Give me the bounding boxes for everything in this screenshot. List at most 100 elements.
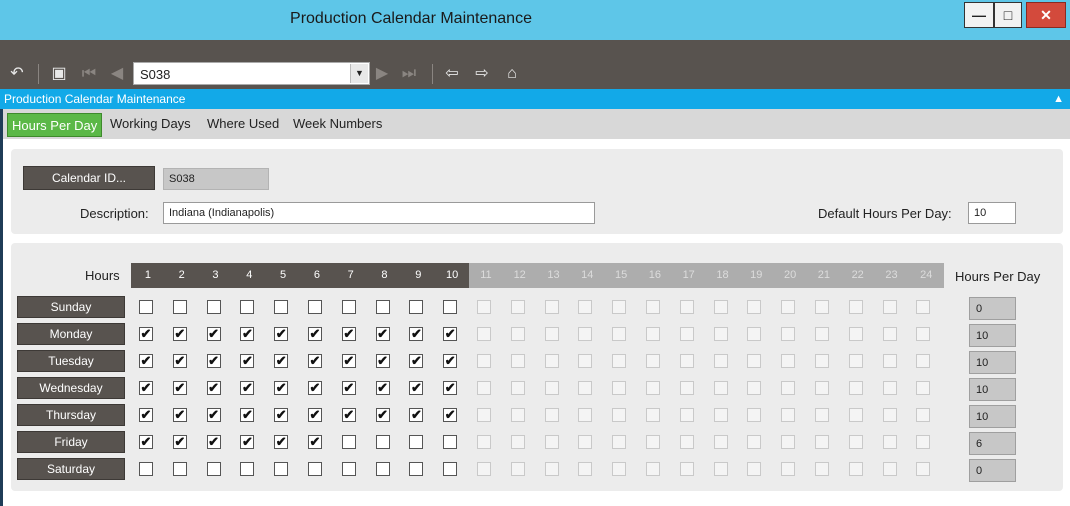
calendar-id-field[interactable]: S038 xyxy=(163,168,269,190)
binoculars-icon[interactable]: ▣ xyxy=(49,64,69,84)
hour-checkbox[interactable] xyxy=(274,300,289,314)
hour-checkbox[interactable] xyxy=(139,300,153,314)
close-button[interactable]: ✕ xyxy=(1026,2,1066,28)
tab-week-numbers[interactable]: Week Numbers xyxy=(293,116,382,131)
hour-checkbox[interactable] xyxy=(341,300,356,314)
forward-arrow-icon[interactable]: ⇨ xyxy=(472,64,492,84)
hour-checkbox[interactable] xyxy=(409,435,424,449)
hour-checkbox[interactable]: ✔ xyxy=(274,381,289,395)
hour-checkbox[interactable]: ✔ xyxy=(172,381,187,395)
day-button-sunday[interactable]: Sunday xyxy=(17,296,125,318)
hour-checkbox[interactable] xyxy=(443,462,458,476)
hour-checkbox[interactable]: ✔ xyxy=(341,381,356,395)
hour-checkbox[interactable] xyxy=(274,462,289,476)
hour-checkbox[interactable] xyxy=(206,462,221,476)
hour-checkbox[interactable]: ✔ xyxy=(375,354,390,368)
calendar-select[interactable]: S038 ▼ xyxy=(133,62,370,85)
day-button-tuesday[interactable]: Tuesday xyxy=(17,350,125,372)
hour-checkbox[interactable]: ✔ xyxy=(172,435,187,449)
hour-checkbox[interactable] xyxy=(443,300,458,314)
hour-checkbox[interactable] xyxy=(409,462,424,476)
chevron-down-icon[interactable]: ▼ xyxy=(350,64,368,83)
hour-checkbox[interactable]: ✔ xyxy=(375,381,390,395)
hour-checkbox[interactable]: ✔ xyxy=(139,381,153,395)
tab-hours-per-day[interactable]: Hours Per Day xyxy=(7,113,103,137)
hour-checkbox[interactable]: ✔ xyxy=(409,408,424,422)
hour-checkbox[interactable]: ✔ xyxy=(274,408,289,422)
day-button-thursday[interactable]: Thursday xyxy=(17,404,125,426)
previous-record-icon[interactable]: ◀ xyxy=(107,64,127,84)
hour-checkbox[interactable] xyxy=(341,435,356,449)
hour-checkbox[interactable] xyxy=(172,462,187,476)
first-record-icon[interactable]: ⏮ xyxy=(79,64,99,84)
hour-checkbox[interactable]: ✔ xyxy=(375,408,390,422)
default-hours-field[interactable]: 10 xyxy=(968,202,1016,224)
day-button-wednesday[interactable]: Wednesday xyxy=(17,377,125,399)
hour-checkbox[interactable]: ✔ xyxy=(240,327,255,341)
hour-checkbox[interactable]: ✔ xyxy=(172,354,187,368)
last-record-icon[interactable]: ⏭ xyxy=(399,64,419,84)
hour-checkbox[interactable]: ✔ xyxy=(139,408,153,422)
maximize-button[interactable]: □ xyxy=(994,2,1022,28)
hour-checkbox[interactable] xyxy=(172,300,187,314)
hour-checkbox[interactable]: ✔ xyxy=(308,435,322,449)
hour-checkbox[interactable] xyxy=(139,462,153,476)
day-button-monday[interactable]: Monday xyxy=(17,323,125,345)
hour-checkbox[interactable]: ✔ xyxy=(341,408,356,422)
hour-checkbox[interactable]: ✔ xyxy=(240,381,255,395)
hour-checkbox[interactable]: ✔ xyxy=(240,354,255,368)
hour-checkbox[interactable]: ✔ xyxy=(240,408,255,422)
hour-checkbox[interactable] xyxy=(409,300,424,314)
hour-checkbox[interactable]: ✔ xyxy=(308,408,322,422)
hour-checkbox[interactable]: ✔ xyxy=(409,354,424,368)
hour-checkbox[interactable] xyxy=(375,435,390,449)
back-arrow-icon[interactable]: ⇦ xyxy=(442,64,462,84)
undo-icon[interactable]: ↶ xyxy=(7,64,27,84)
hour-checkbox[interactable]: ✔ xyxy=(443,354,458,368)
hour-checkbox[interactable]: ✔ xyxy=(206,435,221,449)
hour-checkbox[interactable]: ✔ xyxy=(308,354,322,368)
hour-checkbox[interactable]: ✔ xyxy=(274,435,289,449)
hour-checkbox[interactable] xyxy=(375,462,390,476)
home-icon[interactable]: ⌂ xyxy=(502,64,522,84)
hour-checkbox[interactable]: ✔ xyxy=(443,381,458,395)
calendar-id-button[interactable]: Calendar ID... xyxy=(23,166,155,190)
hour-checkbox[interactable]: ✔ xyxy=(274,354,289,368)
hour-checkbox[interactable]: ✔ xyxy=(206,354,221,368)
hour-checkbox[interactable] xyxy=(206,300,221,314)
hour-checkbox[interactable]: ✔ xyxy=(341,354,356,368)
hour-checkbox[interactable]: ✔ xyxy=(308,327,322,341)
hour-checkbox[interactable]: ✔ xyxy=(206,327,221,341)
hour-checkbox[interactable]: ✔ xyxy=(443,408,458,422)
minimize-button[interactable]: — xyxy=(964,2,994,28)
hour-checkbox[interactable] xyxy=(308,462,322,476)
hour-checkbox[interactable] xyxy=(308,300,322,314)
next-record-icon[interactable]: ▶ xyxy=(372,64,392,84)
hour-checkbox[interactable]: ✔ xyxy=(139,435,153,449)
hour-checkbox[interactable] xyxy=(341,462,356,476)
hour-checkbox[interactable] xyxy=(375,300,390,314)
hour-checkbox[interactable] xyxy=(443,435,458,449)
hour-checkbox[interactable]: ✔ xyxy=(308,381,322,395)
tab-where-used[interactable]: Where Used xyxy=(207,116,279,131)
hour-checkbox[interactable]: ✔ xyxy=(375,327,390,341)
hour-checkbox[interactable]: ✔ xyxy=(409,381,424,395)
hour-checkbox[interactable]: ✔ xyxy=(409,327,424,341)
pin-icon[interactable]: ▲ xyxy=(1053,89,1064,109)
hour-checkbox[interactable]: ✔ xyxy=(139,327,153,341)
hour-checkbox[interactable]: ✔ xyxy=(443,327,458,341)
hour-checkbox[interactable]: ✔ xyxy=(206,408,221,422)
hour-checkbox[interactable]: ✔ xyxy=(341,327,356,341)
hour-checkbox[interactable] xyxy=(240,462,255,476)
description-field[interactable]: Indiana (Indianapolis) xyxy=(163,202,595,224)
hour-checkbox[interactable]: ✔ xyxy=(172,408,187,422)
hour-checkbox[interactable] xyxy=(240,300,255,314)
hour-checkbox[interactable]: ✔ xyxy=(206,381,221,395)
hour-checkbox[interactable]: ✔ xyxy=(274,327,289,341)
day-button-friday[interactable]: Friday xyxy=(17,431,125,453)
day-button-saturday[interactable]: Saturday xyxy=(17,458,125,480)
hour-checkbox[interactable]: ✔ xyxy=(240,435,255,449)
hour-checkbox[interactable]: ✔ xyxy=(172,327,187,341)
hour-checkbox[interactable]: ✔ xyxy=(139,354,153,368)
tab-working-days[interactable]: Working Days xyxy=(110,116,191,131)
